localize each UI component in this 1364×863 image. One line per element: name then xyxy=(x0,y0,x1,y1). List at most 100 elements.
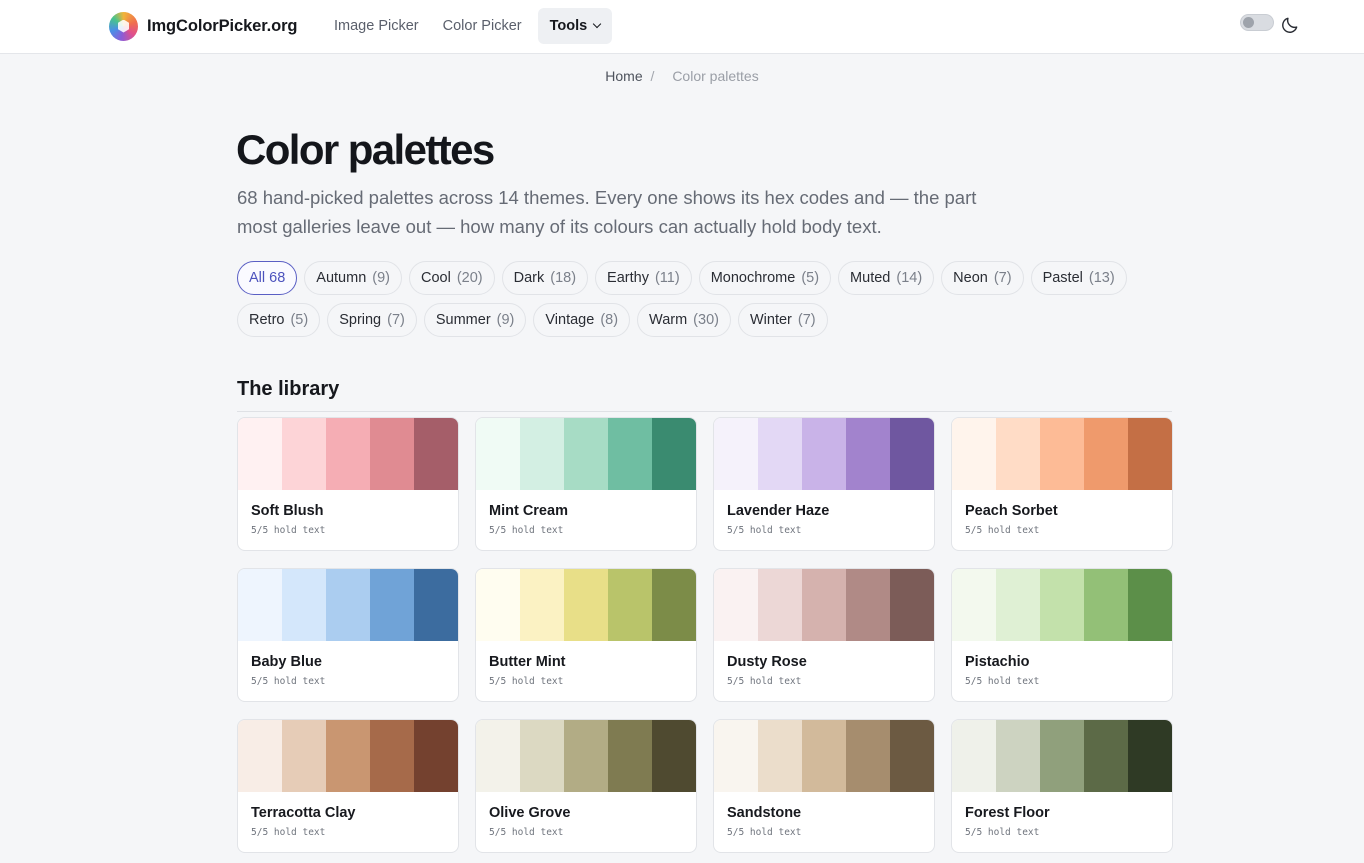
palette-card[interactable]: Terracotta Clay 5/5 hold text xyxy=(237,719,459,853)
color-swatch[interactable] xyxy=(414,720,458,792)
palette-card[interactable]: Lavender Haze 5/5 hold text xyxy=(713,417,935,551)
palette-grid: Soft Blush 5/5 hold text Mint Cream 5/5 hol… xyxy=(237,417,1174,853)
color-swatch[interactable] xyxy=(952,418,996,490)
moon-icon[interactable] xyxy=(1280,15,1300,35)
color-swatch[interactable] xyxy=(714,720,758,792)
color-swatch[interactable] xyxy=(652,569,696,641)
palette-card[interactable]: Dusty Rose 5/5 hold text xyxy=(713,568,935,702)
color-swatch[interactable] xyxy=(714,569,758,641)
color-swatch[interactable] xyxy=(238,720,282,792)
nav-color-picker[interactable]: Color Picker xyxy=(431,8,534,44)
nav-image-picker[interactable]: Image Picker xyxy=(322,8,431,44)
filter-chip[interactable]: Autumn (9) xyxy=(304,261,402,295)
color-swatch[interactable] xyxy=(1128,569,1172,641)
color-swatch[interactable] xyxy=(608,569,652,641)
color-swatch[interactable] xyxy=(282,418,326,490)
brand-link[interactable]: ImgColorPicker.org xyxy=(109,11,298,41)
theme-toggle-switch[interactable] xyxy=(1240,14,1274,31)
palette-card[interactable]: Butter Mint 5/5 hold text xyxy=(475,568,697,702)
filter-chip[interactable]: All 68 xyxy=(237,261,298,295)
color-swatch[interactable] xyxy=(370,418,414,490)
palette-card[interactable]: Peach Sorbet 5/5 hold text xyxy=(951,417,1173,551)
filter-chip[interactable]: Neon (7) xyxy=(941,261,1024,295)
filter-chip[interactable]: Retro (5) xyxy=(237,303,321,337)
color-swatch[interactable] xyxy=(1040,569,1084,641)
color-swatch[interactable] xyxy=(238,569,282,641)
color-swatch[interactable] xyxy=(520,569,564,641)
breadcrumb-home-link[interactable]: Home xyxy=(605,68,642,84)
color-swatch[interactable] xyxy=(1040,418,1084,490)
palette-name: Sandstone xyxy=(727,805,802,821)
color-swatch[interactable] xyxy=(1128,720,1172,792)
color-swatch[interactable] xyxy=(326,720,370,792)
color-swatch[interactable] xyxy=(996,720,1040,792)
color-swatch[interactable] xyxy=(758,569,802,641)
nav-tools-dropdown[interactable]: Tools xyxy=(537,8,613,44)
palette-card[interactable]: Soft Blush 5/5 hold text xyxy=(237,417,459,551)
filter-chip[interactable]: Vintage (8) xyxy=(533,303,631,337)
filter-chip[interactable]: Monochrome (5) xyxy=(698,261,832,295)
color-swatch[interactable] xyxy=(802,418,846,490)
filter-chip[interactable]: Cool (20) xyxy=(409,261,495,295)
color-swatch[interactable] xyxy=(996,418,1040,490)
color-swatch[interactable] xyxy=(890,720,934,792)
color-swatch[interactable] xyxy=(564,569,608,641)
palette-card[interactable]: Pistachio 5/5 hold text xyxy=(951,568,1173,702)
color-swatch[interactable] xyxy=(476,569,520,641)
color-swatch[interactable] xyxy=(1084,569,1128,641)
filter-chip-count: (7) xyxy=(797,312,816,328)
filter-chip[interactable]: Winter (7) xyxy=(737,303,828,337)
color-swatch[interactable] xyxy=(238,418,282,490)
color-swatch[interactable] xyxy=(846,569,890,641)
color-swatch[interactable] xyxy=(846,720,890,792)
color-swatch[interactable] xyxy=(520,418,564,490)
color-swatch[interactable] xyxy=(758,418,802,490)
color-swatch[interactable] xyxy=(952,720,996,792)
palette-text-contrast-meta: 5/5 hold text xyxy=(251,676,326,687)
color-swatch[interactable] xyxy=(758,720,802,792)
color-swatch[interactable] xyxy=(564,720,608,792)
filter-chip[interactable]: Dark (18) xyxy=(501,261,589,295)
palette-card[interactable]: Mint Cream 5/5 hold text xyxy=(475,417,697,551)
color-swatch[interactable] xyxy=(890,418,934,490)
color-swatch[interactable] xyxy=(652,720,696,792)
color-swatch[interactable] xyxy=(476,720,520,792)
color-swatch[interactable] xyxy=(846,418,890,490)
filter-chip[interactable]: Warm (30) xyxy=(637,303,731,337)
color-swatch[interactable] xyxy=(282,720,326,792)
color-swatch[interactable] xyxy=(1084,418,1128,490)
color-swatch[interactable] xyxy=(326,418,370,490)
palette-card[interactable]: Forest Floor 5/5 hold text xyxy=(951,719,1173,853)
filter-chip[interactable]: Muted (14) xyxy=(838,261,935,295)
color-swatch[interactable] xyxy=(802,720,846,792)
palette-card[interactable]: Sandstone 5/5 hold text xyxy=(713,719,935,853)
color-swatch[interactable] xyxy=(476,418,520,490)
filter-chip[interactable]: Spring (7) xyxy=(327,303,417,337)
color-swatch[interactable] xyxy=(714,418,758,490)
color-swatch[interactable] xyxy=(890,569,934,641)
palette-card[interactable]: Olive Grove 5/5 hold text xyxy=(475,719,697,853)
color-swatch[interactable] xyxy=(282,569,326,641)
filter-chip[interactable]: Pastel (13) xyxy=(1030,261,1127,295)
color-swatch[interactable] xyxy=(520,720,564,792)
color-swatch[interactable] xyxy=(1040,720,1084,792)
color-swatch[interactable] xyxy=(802,569,846,641)
color-swatch[interactable] xyxy=(1084,720,1128,792)
filter-chip[interactable]: Earthy (11) xyxy=(595,261,692,295)
color-swatch[interactable] xyxy=(608,720,652,792)
color-swatch[interactable] xyxy=(1128,418,1172,490)
filter-chip-count: (5) xyxy=(801,270,820,286)
color-swatch[interactable] xyxy=(996,569,1040,641)
color-swatch[interactable] xyxy=(564,418,608,490)
color-swatch[interactable] xyxy=(414,569,458,641)
filter-chip-count: (14) xyxy=(896,270,923,286)
color-swatch[interactable] xyxy=(370,720,414,792)
filter-chip[interactable]: Summer (9) xyxy=(423,303,527,337)
color-swatch[interactable] xyxy=(652,418,696,490)
color-swatch[interactable] xyxy=(952,569,996,641)
color-swatch[interactable] xyxy=(414,418,458,490)
color-swatch[interactable] xyxy=(326,569,370,641)
palette-card[interactable]: Baby Blue 5/5 hold text xyxy=(237,568,459,702)
color-swatch[interactable] xyxy=(608,418,652,490)
color-swatch[interactable] xyxy=(370,569,414,641)
